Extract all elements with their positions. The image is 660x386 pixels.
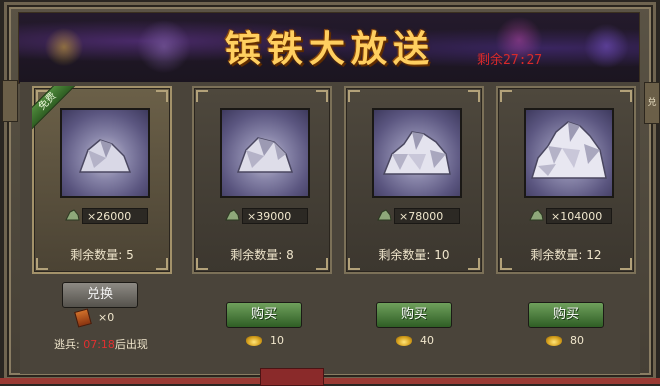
ore-icon	[377, 209, 392, 221]
price-2: 40	[396, 334, 434, 347]
buy-button-2[interactable]: 购买	[376, 302, 452, 328]
reward-card-free[interactable]: ×26000 剩余数量: 5 免费	[32, 86, 172, 274]
ore-icon	[529, 209, 544, 221]
ore-amount: ×78000	[394, 208, 460, 224]
gold-ingot-icon	[246, 336, 262, 346]
exchange-token-row: ×0	[74, 308, 115, 328]
iron-ore-image	[524, 108, 614, 198]
ore-amount: ×26000	[82, 208, 148, 224]
iron-ore-image	[220, 108, 310, 198]
remaining-count: 剩余数量: 12	[530, 248, 602, 262]
price-value: 80	[570, 334, 584, 347]
deserter-time: 07:18	[83, 338, 115, 351]
buy-button-3[interactable]: 购买	[528, 302, 604, 328]
free-badge: 免费	[32, 86, 78, 132]
exchange-token-count: ×0	[98, 311, 115, 324]
gold-ingot-icon	[396, 336, 412, 346]
ore-amount: ×39000	[242, 208, 308, 224]
price-value: 10	[270, 334, 284, 347]
price-3: 80	[546, 334, 584, 347]
left-side-tab[interactable]	[2, 80, 18, 122]
free-badge-label: 免费	[32, 86, 78, 132]
remaining-count: 剩余数量: 5	[70, 248, 134, 262]
bottom-tab[interactable]	[260, 368, 324, 386]
exchange-token-icon	[74, 308, 92, 328]
deserter-label: 逃兵:	[54, 338, 80, 351]
gold-ingot-icon	[546, 336, 562, 346]
exchange-button[interactable]: 兑换	[62, 282, 138, 308]
reward-card-3[interactable]: ×78000 剩余数量: 10	[344, 86, 484, 274]
buy-button-1[interactable]: 购买	[226, 302, 302, 328]
deserter-notice: 逃兵: 07:18后出现	[54, 336, 148, 352]
event-title: 镔铁大放送	[224, 28, 435, 70]
ore-amount: ×104000	[546, 208, 612, 224]
deserter-suffix: 后出现	[114, 338, 148, 351]
iron-ore-image	[372, 108, 462, 198]
remaining-count: 剩余数量: 10	[378, 248, 450, 262]
ore-icon	[65, 209, 80, 221]
reward-card-4[interactable]: ×104000 剩余数量: 12	[496, 86, 636, 274]
countdown-timer: 剩余27:27	[477, 53, 543, 68]
right-side-tab[interactable]: 兑	[644, 82, 660, 124]
reward-card-2[interactable]: ×39000 剩余数量: 8	[192, 86, 332, 274]
price-value: 40	[420, 334, 434, 347]
remaining-count: 剩余数量: 8	[230, 248, 294, 262]
bottom-strip	[0, 378, 660, 384]
price-1: 10	[246, 334, 284, 347]
ore-icon	[225, 209, 240, 221]
